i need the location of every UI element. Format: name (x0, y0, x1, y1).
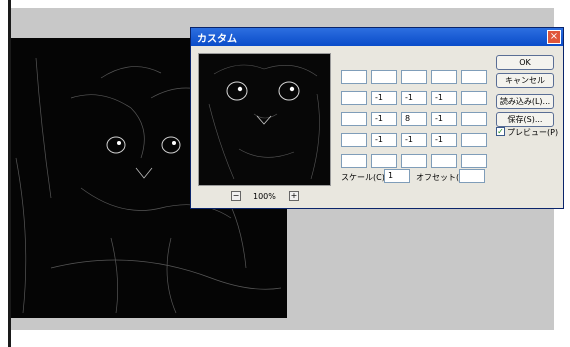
close-button[interactable]: × (547, 30, 561, 44)
matrix-cell-0-4[interactable] (461, 70, 487, 84)
ok-button[interactable]: OK (496, 55, 554, 70)
zoom-in-button[interactable]: + (289, 191, 299, 201)
zoom-out-button[interactable]: − (231, 191, 241, 201)
plus-icon: + (290, 191, 298, 200)
matrix-cell-2-3[interactable]: -1 (431, 112, 457, 126)
load-button[interactable]: 読み込み(L)... (496, 94, 554, 109)
matrix-cell-3-2[interactable]: -1 (401, 133, 427, 147)
matrix-cell-1-3[interactable]: -1 (431, 91, 457, 105)
matrix-cell-4-2[interactable] (401, 154, 427, 168)
matrix-cell-1-0[interactable] (341, 91, 367, 105)
matrix-cell-1-2[interactable]: -1 (401, 91, 427, 105)
custom-filter-dialog: カスタム × − 100% + -1 -1 -1 -1 8 -1 -1 -1 -… (190, 27, 564, 209)
matrix-cell-4-4[interactable] (461, 154, 487, 168)
filter-preview[interactable] (198, 53, 331, 186)
matrix-cell-0-1[interactable] (371, 70, 397, 84)
scale-label: スケール(C): (341, 173, 388, 182)
matrix-cell-3-0[interactable] (341, 133, 367, 147)
matrix-cell-3-4[interactable] (461, 133, 487, 147)
dialog-title: カスタム (197, 34, 237, 45)
matrix-cell-2-1[interactable]: -1 (371, 112, 397, 126)
matrix-cell-0-3[interactable] (431, 70, 457, 84)
cancel-button[interactable]: キャンセル (496, 73, 554, 88)
scale-input[interactable]: 1 (384, 169, 410, 183)
checkmark-icon: ✓ (497, 127, 504, 136)
close-icon: × (549, 31, 559, 42)
workspace-top-strip (11, 0, 554, 8)
matrix-cell-4-3[interactable] (431, 154, 457, 168)
matrix-cell-2-0[interactable] (341, 112, 367, 126)
dialog-titlebar[interactable]: カスタム × (191, 28, 563, 46)
matrix-cell-3-1[interactable]: -1 (371, 133, 397, 147)
matrix-cell-2-2[interactable]: 8 (401, 112, 427, 126)
matrix-cell-1-1[interactable]: -1 (371, 91, 397, 105)
matrix-cell-0-2[interactable] (401, 70, 427, 84)
preview-cat-image (199, 54, 330, 185)
offset-input[interactable] (459, 169, 485, 183)
preview-checkbox[interactable]: ✓ (496, 127, 505, 136)
matrix-cell-4-1[interactable] (371, 154, 397, 168)
zoom-level: 100% (253, 192, 276, 201)
matrix-cell-1-4[interactable] (461, 91, 487, 105)
zoom-controls: − 100% + (231, 191, 341, 205)
save-button[interactable]: 保存(S)... (496, 112, 554, 127)
minus-icon: − (232, 191, 240, 200)
matrix-cell-3-3[interactable]: -1 (431, 133, 457, 147)
matrix-cell-0-0[interactable] (341, 70, 367, 84)
workspace-bottom-strip (11, 330, 554, 347)
preview-label: プレビュー(P) (507, 128, 559, 137)
matrix-cell-4-0[interactable] (341, 154, 367, 168)
matrix-cell-2-4[interactable] (461, 112, 487, 126)
